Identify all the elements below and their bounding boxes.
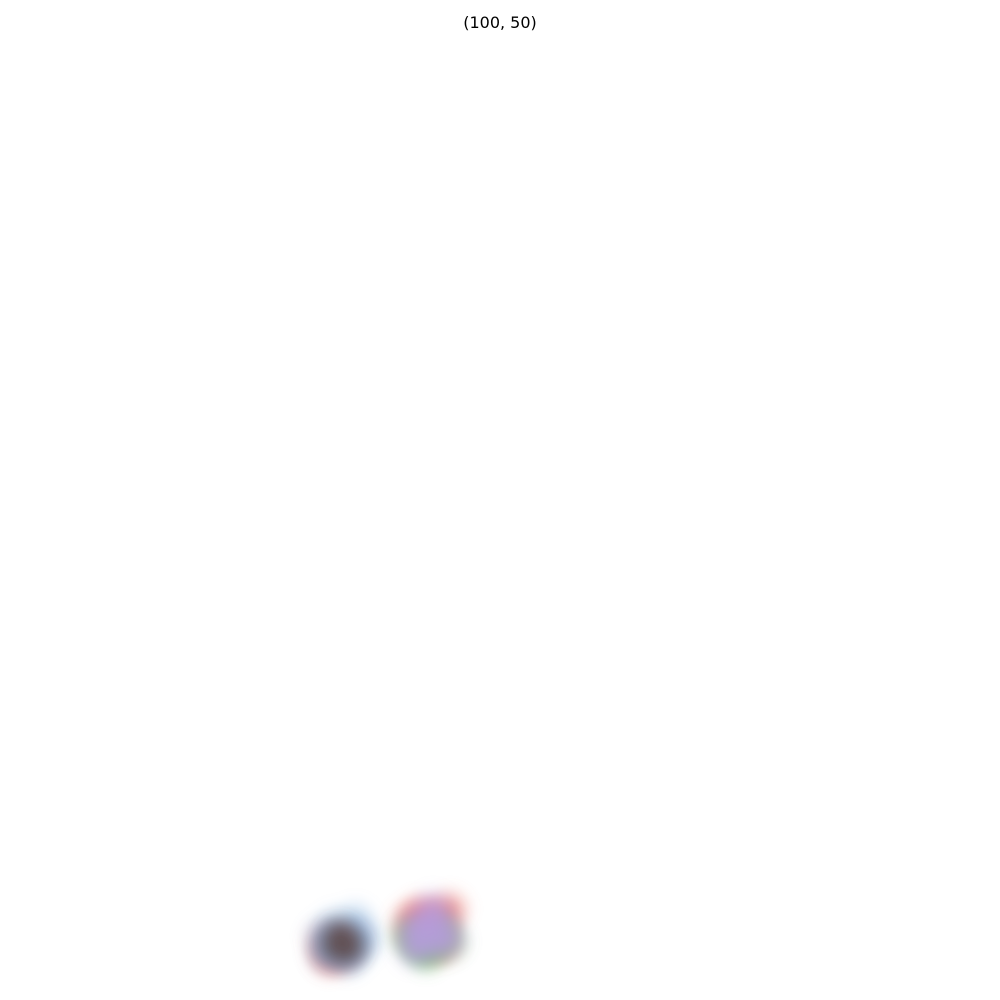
density-mark — [333, 929, 345, 942]
chart-title: (100, 50) — [463, 13, 537, 32]
density-mark — [406, 925, 418, 938]
kde-figure: (100, 50) — [299, 13, 537, 983]
density-mark — [443, 933, 455, 946]
density-layer — [299, 884, 474, 983]
